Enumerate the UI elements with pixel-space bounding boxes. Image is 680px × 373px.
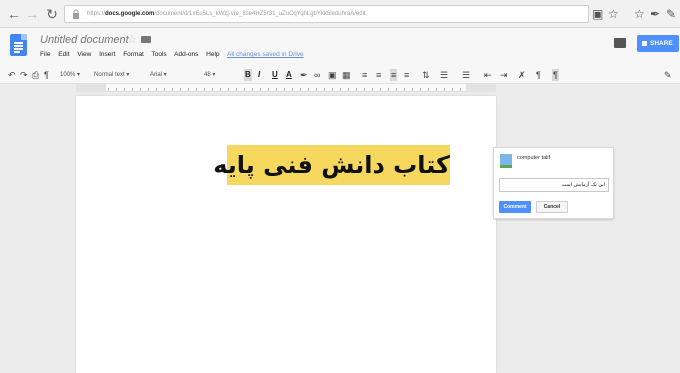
share-button[interactable]: SHARE (637, 35, 679, 52)
url-scheme: https:// (87, 11, 106, 17)
formatting-toolbar: ↶ ↷ ⎙ ¶ 100% ▾ Normal text ▾ Arial ▾ 48 … (0, 66, 680, 84)
align-left-icon[interactable]: ≡ (362, 69, 367, 81)
reload-icon[interactable]: ↻ (44, 6, 60, 22)
extension-star-icon[interactable]: ☆ (634, 7, 645, 21)
ruler[interactable] (76, 84, 496, 92)
docs-logo-icon[interactable] (10, 34, 27, 56)
italic-button[interactable]: I (258, 69, 260, 81)
font-size-select[interactable]: 48 ▾ (204, 69, 215, 81)
menu-format[interactable]: Format (123, 51, 144, 58)
comments-icon[interactable] (614, 38, 626, 48)
ruler-right-margin (466, 84, 496, 92)
menu-edit[interactable]: Edit (58, 51, 69, 58)
increase-indent-icon[interactable]: ⇥ (500, 69, 508, 81)
align-center-icon[interactable]: ≡ (376, 69, 381, 81)
highlight-pen-icon[interactable]: ✒ (300, 69, 308, 81)
insert-comment-icon[interactable]: ▣ (328, 69, 337, 81)
comment-button[interactable]: Comment (499, 201, 531, 213)
bookmark-star-icon[interactable]: ☆ (608, 7, 619, 21)
forward-arrow-icon[interactable]: → (24, 6, 40, 22)
url-host: docs.google.com (105, 11, 155, 17)
underline-button[interactable]: U (272, 69, 278, 81)
align-right-icon[interactable]: ≡ (390, 69, 398, 81)
rtl-icon[interactable]: ¶ (552, 69, 559, 81)
bulleted-list-icon[interactable]: ☰ (462, 69, 470, 81)
extension-icon[interactable]: ✎ (666, 7, 676, 21)
style-select[interactable]: Normal text ▾ (94, 69, 129, 81)
menu-view[interactable]: View (77, 51, 91, 58)
numbered-list-icon[interactable]: ☰ (440, 69, 448, 81)
clear-formatting-icon[interactable]: ✗ (518, 69, 526, 81)
undo-icon[interactable]: ↶ (8, 69, 16, 81)
decrease-indent-icon[interactable]: ⇤ (484, 69, 492, 81)
font-size-value: 48 (204, 72, 211, 78)
saved-status-link[interactable]: All changes saved in Drive (227, 51, 304, 58)
document-page[interactable]: کتاب دانش فنی پایه (76, 96, 496, 373)
menu-help[interactable]: Help (206, 51, 219, 58)
font-select[interactable]: Arial ▾ (150, 69, 167, 81)
menu-tools[interactable]: Tools (151, 51, 166, 58)
font-value: Arial (150, 72, 163, 78)
bold-button[interactable]: B (244, 69, 252, 81)
highlighted-heading[interactable]: کتاب دانش فنی پایه (213, 145, 450, 185)
zoom-select[interactable]: 100% ▾ (60, 69, 80, 81)
justify-icon[interactable]: ≡ (404, 69, 409, 81)
cancel-button[interactable]: Cancel (536, 201, 568, 213)
editing-pencil-icon[interactable]: ✎ (664, 69, 672, 81)
line-spacing-icon[interactable]: ⇅ (422, 69, 430, 81)
link-icon[interactable]: ∞ (314, 69, 320, 81)
redo-icon[interactable]: ↷ (20, 69, 28, 81)
cast-icon[interactable]: ▣ (592, 7, 603, 21)
url-path: /document/d/1xEu5Ls_kWzj-vre_8se4HZ5r31_… (154, 11, 366, 17)
star-icon[interactable]: ☆ (127, 33, 137, 46)
avatar (500, 154, 512, 168)
ruler-left-margin (76, 84, 106, 92)
menu-bar: File Edit View Insert Format Tools Add-o… (40, 51, 310, 58)
zoom-value: 100% (60, 72, 76, 78)
comment-user-name: computer talif (517, 155, 551, 161)
style-value: Normal text (94, 72, 125, 78)
menu-addons[interactable]: Add-ons (174, 51, 198, 58)
menu-file[interactable]: File (40, 51, 50, 58)
ltr-icon[interactable]: ¶ (536, 69, 541, 81)
lock-icon (73, 9, 79, 19)
paint-format-icon[interactable]: ¶ (44, 69, 49, 81)
share-label: SHARE (650, 40, 673, 47)
print-icon[interactable]: ⎙ (32, 69, 39, 81)
browser-chrome: ← → ↻ https://docs.google.com/document/d… (0, 0, 680, 28)
address-bar[interactable]: https://docs.google.com/document/d/1xEu5… (64, 5, 589, 23)
folder-icon[interactable] (141, 36, 151, 43)
lock-icon (642, 40, 647, 46)
menu-insert[interactable]: Insert (99, 51, 115, 58)
comment-input[interactable]: این یک آزمایش است (499, 178, 609, 192)
insert-image-icon[interactable]: ▦ (342, 69, 351, 81)
comment-dialog: computer talif این یک آزمایش است Comment… (493, 147, 614, 219)
docs-header: Untitled document ☆ File Edit View Inser… (0, 28, 680, 66)
text-color-button[interactable]: A (286, 69, 292, 81)
back-arrow-icon[interactable]: ← (6, 6, 22, 22)
pen-extension-icon[interactable]: ✒ (650, 7, 660, 21)
document-title[interactable]: Untitled document (40, 34, 129, 46)
